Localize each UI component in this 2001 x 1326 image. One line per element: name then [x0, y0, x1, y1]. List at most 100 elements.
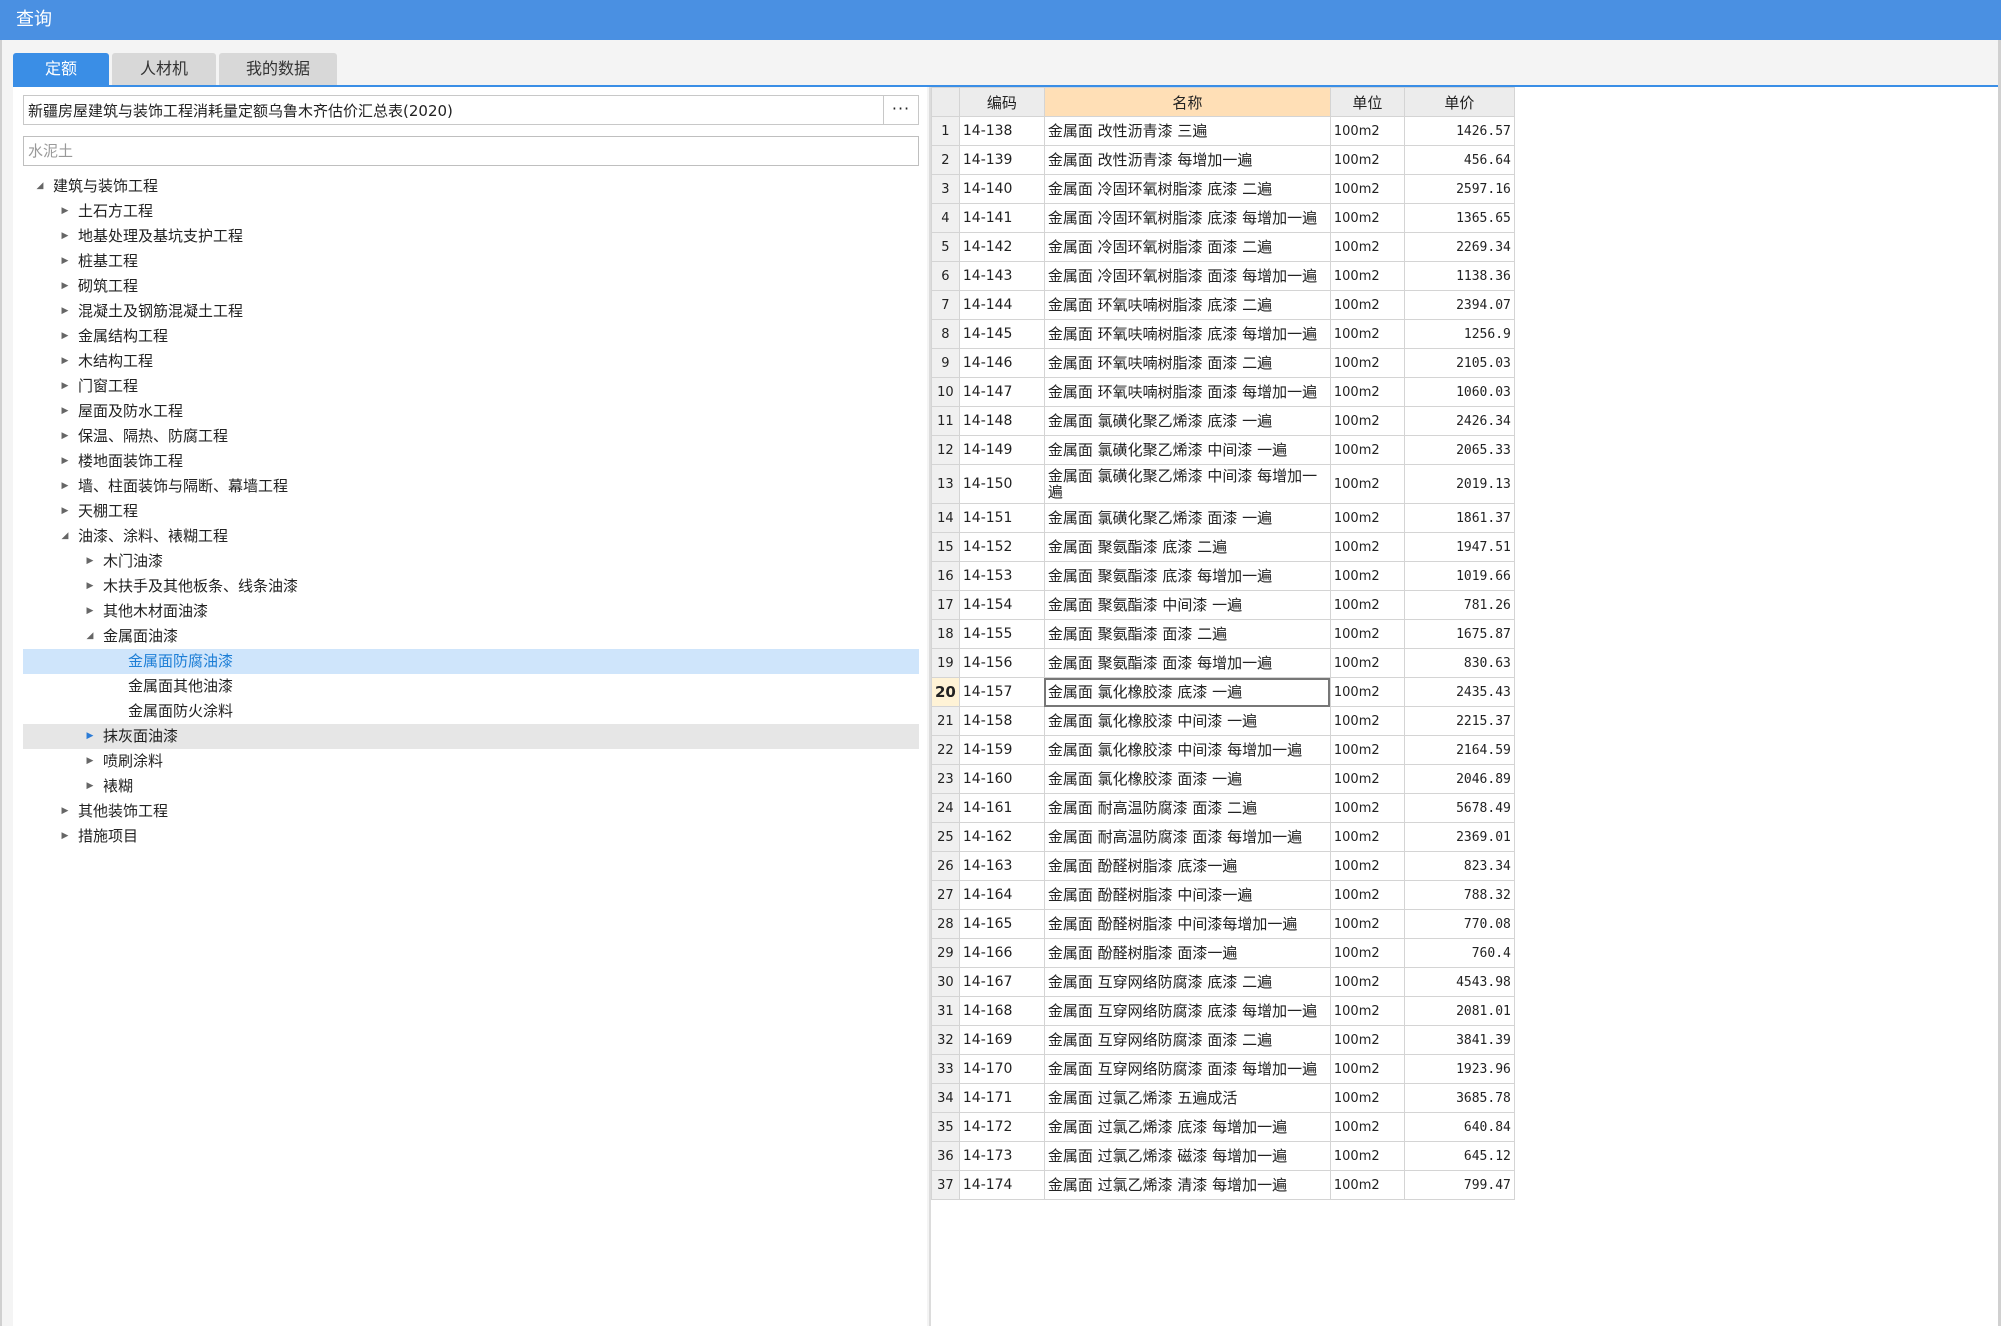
cell-unit[interactable]: 100m2 — [1329, 967, 1405, 997]
tree-node[interactable]: 金属面其他油漆 — [23, 674, 919, 699]
cell-name[interactable]: 金属面 改性沥青漆 三遍 — [1043, 116, 1331, 146]
row-number[interactable]: 32 — [931, 1025, 960, 1055]
cell-name[interactable]: 金属面 聚氨酯漆 中间漆 一遍 — [1043, 590, 1331, 620]
library-browse-button[interactable]: ··· — [883, 95, 919, 125]
cell-price[interactable]: 788.32 — [1403, 880, 1515, 910]
row-number[interactable]: 23 — [931, 764, 960, 794]
tree-node[interactable]: 金属面防火涂料 — [23, 699, 919, 724]
table-row[interactable]: 23 14-160 金属面 氯化橡胶漆 面漆 一遍 100m2 2046.89 — [931, 764, 1515, 794]
tree-node[interactable]: ▶ 墙、柱面装饰与隔断、幕墙工程 — [23, 474, 919, 499]
cell-name[interactable]: 金属面 过氯乙烯漆 五遍成活 — [1043, 1083, 1331, 1113]
cell-price[interactable]: 5678.49 — [1403, 793, 1515, 823]
row-number[interactable]: 19 — [931, 648, 960, 678]
table-row[interactable]: 9 14-146 金属面 环氧呋喃树脂漆 面漆 二遍 100m2 2105.03 — [931, 348, 1515, 378]
tree-node[interactable]: ▶ 楼地面装饰工程 — [23, 449, 919, 474]
cell-price[interactable]: 3685.78 — [1403, 1083, 1515, 1113]
cell-price[interactable]: 1861.37 — [1403, 503, 1515, 533]
tree-node[interactable]: ▶ 木门油漆 — [23, 549, 919, 574]
table-row[interactable]: 31 14-168 金属面 互穿网络防腐漆 底漆 每增加一遍 100m2 2081.01 — [931, 996, 1515, 1026]
cell-name[interactable]: 金属面 冷固环氧树脂漆 面漆 每增加一遍 — [1043, 261, 1331, 291]
tree-collapsed-icon[interactable]: ▶ — [58, 349, 72, 374]
table-row[interactable]: 13 14-150 金属面 氯磺化聚乙烯漆 中间漆 每增加一遍 100m2 2019.1… — [931, 464, 1515, 504]
cell-price[interactable]: 2394.07 — [1403, 290, 1515, 320]
cell-code[interactable]: 14-148 — [958, 406, 1045, 436]
cell-name[interactable]: 金属面 酚醛树脂漆 中间漆每增加一遍 — [1043, 909, 1331, 939]
cell-name[interactable]: 金属面 聚氨酯漆 面漆 每增加一遍 — [1043, 648, 1331, 678]
cell-code[interactable]: 14-138 — [958, 116, 1045, 146]
cell-code[interactable]: 14-170 — [958, 1054, 1045, 1084]
cell-price[interactable]: 2597.16 — [1403, 174, 1515, 204]
cell-unit[interactable]: 100m2 — [1329, 764, 1405, 794]
cell-price[interactable]: 640.84 — [1403, 1112, 1515, 1142]
cell-code[interactable]: 14-167 — [958, 967, 1045, 997]
tab-labor-material-machine[interactable]: 人材机 — [112, 53, 216, 85]
cell-name[interactable]: 金属面 改性沥青漆 每增加一遍 — [1043, 145, 1331, 175]
tree-collapsed-icon[interactable]: ▶ — [58, 399, 72, 424]
cell-code[interactable]: 14-144 — [958, 290, 1045, 320]
cell-unit[interactable]: 100m2 — [1329, 648, 1405, 678]
table-row[interactable]: 17 14-154 金属面 聚氨酯漆 中间漆 一遍 100m2 781.26 — [931, 590, 1515, 620]
cell-code[interactable]: 14-143 — [958, 261, 1045, 291]
row-number[interactable]: 22 — [931, 735, 960, 765]
tree-node[interactable]: ◢ 油漆、涂料、裱糊工程 — [23, 524, 919, 549]
tree-node[interactable]: ▶ 砌筑工程 — [23, 274, 919, 299]
table-row[interactable]: 33 14-170 金属面 互穿网络防腐漆 面漆 每增加一遍 100m2 1923.96 — [931, 1054, 1515, 1084]
cell-name[interactable]: 金属面 氯化橡胶漆 底漆 一遍 — [1043, 677, 1331, 707]
row-number[interactable]: 16 — [931, 561, 960, 591]
row-number[interactable]: 11 — [931, 406, 960, 436]
cell-unit[interactable]: 100m2 — [1329, 1025, 1405, 1055]
cell-name[interactable]: 金属面 酚醛树脂漆 面漆一遍 — [1043, 938, 1331, 968]
cell-code[interactable]: 14-157 — [958, 677, 1045, 707]
row-number[interactable]: 36 — [931, 1141, 960, 1171]
row-number[interactable]: 34 — [931, 1083, 960, 1113]
tree-node[interactable]: ▶ 土石方工程 — [23, 199, 919, 224]
table-row[interactable]: 37 14-174 金属面 过氯乙烯漆 清漆 每增加一遍 100m2 799.47 — [931, 1170, 1515, 1200]
row-number[interactable]: 3 — [931, 174, 960, 204]
cell-code[interactable]: 14-169 — [958, 1025, 1045, 1055]
cell-price[interactable]: 1426.57 — [1403, 116, 1515, 146]
row-number[interactable]: 9 — [931, 348, 960, 378]
cell-unit[interactable]: 100m2 — [1329, 561, 1405, 591]
tree-node[interactable]: ▶ 门窗工程 — [23, 374, 919, 399]
row-number[interactable]: 4 — [931, 203, 960, 233]
tree-collapsed-icon[interactable]: ▶ — [83, 749, 97, 774]
cell-name[interactable]: 金属面 聚氨酯漆 底漆 每增加一遍 — [1043, 561, 1331, 591]
table-row[interactable]: 5 14-142 金属面 冷固环氧树脂漆 面漆 二遍 100m2 2269.34 — [931, 232, 1515, 262]
table-row[interactable]: 11 14-148 金属面 氯磺化聚乙烯漆 底漆 一遍 100m2 2426.34 — [931, 406, 1515, 436]
cell-name[interactable]: 金属面 互穿网络防腐漆 底漆 二遍 — [1043, 967, 1331, 997]
cell-code[interactable]: 14-140 — [958, 174, 1045, 204]
cell-unit[interactable]: 100m2 — [1329, 532, 1405, 562]
row-number[interactable]: 17 — [931, 590, 960, 620]
table-row[interactable]: 28 14-165 金属面 酚醛树脂漆 中间漆每增加一遍 100m2 770.08 — [931, 909, 1515, 939]
cell-unit[interactable]: 100m2 — [1329, 706, 1405, 736]
table-row[interactable]: 8 14-145 金属面 环氧呋喃树脂漆 底漆 每增加一遍 100m2 1256.9 — [931, 319, 1515, 349]
cell-price[interactable]: 2046.89 — [1403, 764, 1515, 794]
row-number[interactable]: 31 — [931, 996, 960, 1026]
tree-node[interactable]: ▶ 其他木材面油漆 — [23, 599, 919, 624]
tree-collapsed-icon[interactable]: ▶ — [83, 599, 97, 624]
cell-unit[interactable]: 100m2 — [1329, 938, 1405, 968]
cell-code[interactable]: 14-149 — [958, 435, 1045, 465]
table-row[interactable]: 26 14-163 金属面 酚醛树脂漆 底漆一遍 100m2 823.34 — [931, 851, 1515, 881]
search-input[interactable] — [23, 136, 919, 166]
tab-my-data[interactable]: 我的数据 — [219, 53, 337, 85]
cell-price[interactable]: 2164.59 — [1403, 735, 1515, 765]
tree-node[interactable]: ◢ 建筑与装饰工程 — [23, 174, 919, 199]
tree-node[interactable]: ▶ 措施项目 — [23, 824, 919, 849]
cell-unit[interactable]: 100m2 — [1329, 909, 1405, 939]
cell-code[interactable]: 14-156 — [958, 648, 1045, 678]
tree-collapsed-icon[interactable]: ▶ — [58, 374, 72, 399]
table-row[interactable]: 21 14-158 金属面 氯化橡胶漆 中间漆 一遍 100m2 2215.37 — [931, 706, 1515, 736]
cell-price[interactable]: 2019.13 — [1403, 464, 1515, 504]
cell-name[interactable]: 金属面 聚氨酯漆 底漆 二遍 — [1043, 532, 1331, 562]
cell-code[interactable]: 14-152 — [958, 532, 1045, 562]
table-row[interactable]: 14 14-151 金属面 氯磺化聚乙烯漆 面漆 一遍 100m2 1861.37 — [931, 503, 1515, 533]
cell-unit[interactable]: 100m2 — [1329, 996, 1405, 1026]
tree-node[interactable]: ◢ 金属面油漆 — [23, 624, 919, 649]
row-number[interactable]: 14 — [931, 503, 960, 533]
cell-unit[interactable]: 100m2 — [1329, 851, 1405, 881]
cell-name[interactable]: 金属面 环氧呋喃树脂漆 面漆 每增加一遍 — [1043, 377, 1331, 407]
tree-collapsed-icon[interactable]: ▶ — [58, 424, 72, 449]
row-number[interactable]: 13 — [931, 464, 960, 504]
row-number[interactable]: 20 — [931, 677, 960, 707]
